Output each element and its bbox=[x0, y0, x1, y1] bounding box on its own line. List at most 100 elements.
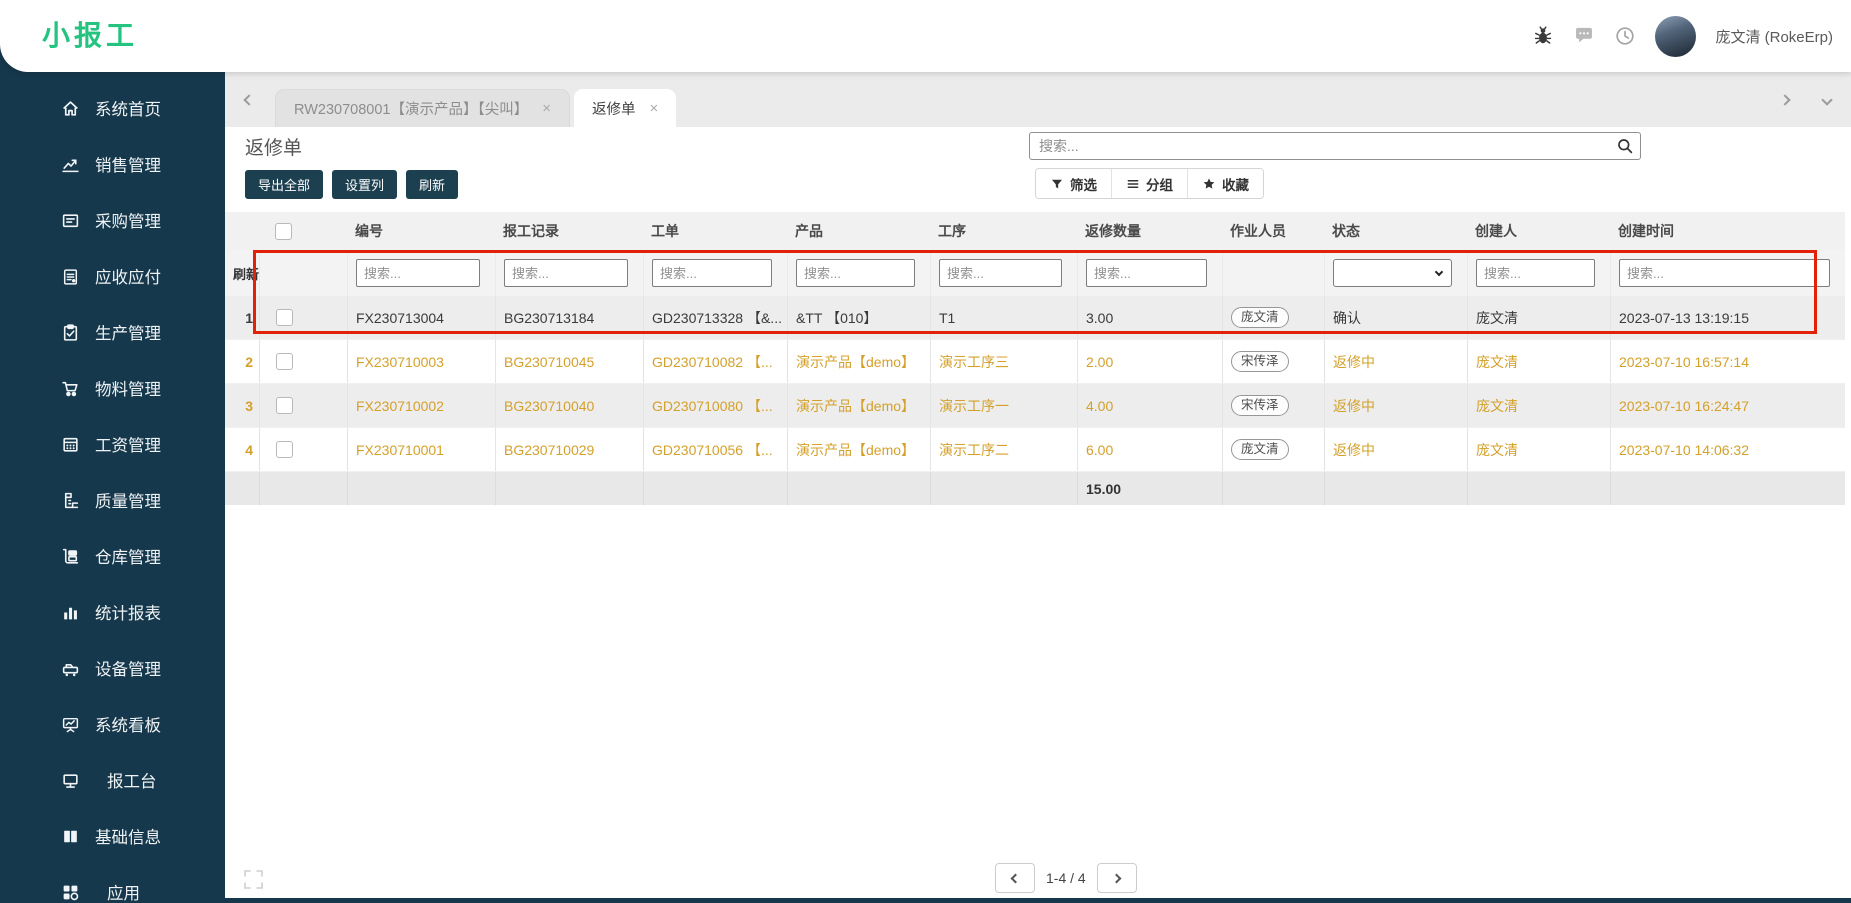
sidebar-item-5[interactable]: 物料管理 bbox=[0, 360, 225, 416]
cell-process: 演示工序二 bbox=[930, 428, 1077, 471]
cell-qty: 2.00 bbox=[1077, 340, 1222, 383]
sidebar-item-11[interactable]: 系统看板 bbox=[0, 696, 225, 752]
cell-operator: 宋传泽 bbox=[1222, 340, 1324, 383]
cell-text-created: 2023-07-10 16:57:14 bbox=[1619, 353, 1749, 370]
tabs-scroll-left-icon[interactable] bbox=[243, 72, 255, 127]
next-page-button[interactable] bbox=[1096, 863, 1137, 893]
cell-text-workorder: GD230710056 【... bbox=[652, 441, 773, 458]
sidebar-item-2[interactable]: 采购管理 bbox=[0, 192, 225, 248]
table-row[interactable]: 3 FX230710002 BG230710040 GD230710080 【... 演… bbox=[225, 384, 1845, 428]
tabs-dropdown-icon[interactable] bbox=[1821, 72, 1833, 127]
table-row[interactable]: 4 FX230710001 BG230710029 GD230710056 【... 演… bbox=[225, 428, 1845, 472]
column-label: 状态 bbox=[1332, 223, 1360, 239]
star-icon bbox=[1202, 177, 1216, 191]
sidebar-item-9[interactable]: 统计报表 bbox=[0, 584, 225, 640]
sidebar-item-1[interactable]: 销售管理 bbox=[0, 136, 225, 192]
sidebar-item-8[interactable]: 仓库管理 bbox=[0, 528, 225, 584]
row-checkbox[interactable] bbox=[276, 353, 293, 370]
sidebar-item-0[interactable]: 系统首页 bbox=[0, 80, 225, 136]
filter-product-input[interactable] bbox=[796, 259, 915, 287]
filter-created-input[interactable] bbox=[1619, 259, 1830, 287]
filter-button[interactable]: 筛选 bbox=[1036, 169, 1112, 198]
filter-creator-input[interactable] bbox=[1476, 259, 1595, 287]
set-columns-button[interactable]: 设置列 bbox=[332, 170, 398, 199]
topbar: 小报工 庞文清 (RokeErp) bbox=[0, 0, 1851, 72]
sidebar-item-10[interactable]: 设备管理 bbox=[0, 640, 225, 696]
sidebar-item-label: 设备管理 bbox=[95, 661, 161, 679]
refresh-row-label[interactable]: 刷新 bbox=[233, 264, 259, 283]
cell-text-process: 演示工序三 bbox=[939, 353, 1009, 370]
row-checkbox[interactable] bbox=[276, 397, 293, 414]
page-title: 返修单 bbox=[245, 138, 303, 159]
total-cell-code bbox=[347, 472, 495, 505]
sidebar-item-12[interactable]: 报工台 bbox=[0, 752, 225, 808]
tab-1[interactable]: 返修单 × bbox=[574, 89, 677, 127]
search-icon[interactable] bbox=[1616, 137, 1634, 155]
bug-icon[interactable] bbox=[1532, 25, 1554, 47]
cell-text-qty: 2.00 bbox=[1086, 353, 1114, 370]
expand-icon[interactable] bbox=[241, 867, 266, 892]
filter-button-label: 收藏 bbox=[1222, 177, 1249, 193]
total-cell-product bbox=[787, 472, 930, 505]
row-checkbox[interactable] bbox=[276, 441, 293, 458]
filter-workorder-input[interactable] bbox=[652, 259, 772, 287]
bottom-bar bbox=[225, 898, 1851, 903]
prev-page-button[interactable] bbox=[995, 863, 1035, 893]
column-label: 工序 bbox=[938, 223, 966, 239]
group-button[interactable]: 分组 bbox=[1112, 169, 1188, 198]
sidebar-item-13[interactable]: 基础信息 bbox=[0, 808, 225, 864]
sidebar-item-label: 应用 bbox=[107, 885, 140, 903]
cell-text-code: FX230710003 bbox=[356, 353, 444, 370]
user-name[interactable]: 庞文清 (RokeErp) bbox=[1715, 26, 1833, 47]
filter-cell-workorder bbox=[643, 250, 787, 296]
user-avatar[interactable] bbox=[1655, 15, 1697, 57]
sidebar-item-6[interactable]: 工资管理 bbox=[0, 416, 225, 472]
cell-text-status: 返修中 bbox=[1333, 397, 1375, 414]
tabs-scroll-right-icon[interactable] bbox=[1779, 72, 1791, 127]
sidebar-item-14[interactable]: 应用 bbox=[0, 864, 225, 903]
cell-text-process: T1 bbox=[939, 309, 956, 326]
favorite-button[interactable]: 收藏 bbox=[1188, 169, 1263, 198]
cell-process: 演示工序三 bbox=[930, 340, 1077, 383]
receivable-icon bbox=[60, 266, 80, 286]
filter-button-label: 筛选 bbox=[1070, 177, 1097, 193]
cell-status: 返修中 bbox=[1324, 340, 1467, 383]
history-icon[interactable] bbox=[1614, 25, 1636, 47]
tab-close-icon[interactable]: × bbox=[650, 100, 659, 117]
filter-cell-creator bbox=[1467, 250, 1610, 296]
export-all-button[interactable]: 导出全部 bbox=[245, 170, 324, 199]
sidebar-item-label: 系统首页 bbox=[95, 101, 161, 119]
app-logo[interactable]: 小报工 bbox=[42, 0, 138, 72]
sidebar-item-3[interactable]: 应收应付 bbox=[0, 248, 225, 304]
filter-process-input[interactable] bbox=[939, 259, 1062, 287]
filter-status-select[interactable] bbox=[1333, 259, 1452, 287]
sidebar-item-label: 质量管理 bbox=[95, 493, 161, 511]
sidebar-item-label: 生产管理 bbox=[95, 325, 161, 343]
cell-text-qty: 3.00 bbox=[1086, 309, 1114, 326]
tab-bar: RW230708001【演示产品】【尖叫】 × 返修单 × bbox=[225, 72, 1851, 127]
purchase-icon bbox=[60, 210, 80, 230]
table-row[interactable]: 2 FX230710003 BG230710045 GD230710082 【... 演… bbox=[225, 340, 1845, 384]
tab-0[interactable]: RW230708001【演示产品】【尖叫】 × bbox=[275, 89, 570, 127]
filter-record-input[interactable] bbox=[504, 259, 628, 287]
operator-badge: 庞文清 bbox=[1231, 307, 1289, 328]
total-cell-qty: 15.00 bbox=[1077, 472, 1222, 505]
chat-icon[interactable] bbox=[1573, 25, 1595, 47]
refresh-button[interactable]: 刷新 bbox=[406, 170, 459, 199]
cell-text-workorder: GD230710082 【... bbox=[652, 353, 773, 370]
cell-created: 2023-07-10 16:24:47 bbox=[1610, 384, 1845, 427]
search-input[interactable] bbox=[1029, 132, 1641, 160]
warehouse-icon bbox=[60, 546, 80, 566]
select-all-checkbox[interactable] bbox=[275, 222, 292, 240]
cell-text-created: 2023-07-10 16:24:47 bbox=[1619, 397, 1749, 414]
table-row[interactable]: 1 FX230713004 BG230713184 GD230713328 【&...… bbox=[225, 296, 1845, 340]
filter-code-input[interactable] bbox=[356, 259, 480, 287]
row-checkbox[interactable] bbox=[276, 309, 293, 326]
filter-qty-input[interactable] bbox=[1086, 259, 1207, 287]
sidebar-item-4[interactable]: 生产管理 bbox=[0, 304, 225, 360]
cell-text-record: BG230710040 bbox=[504, 397, 595, 414]
cell-product: &TT 【010】 bbox=[787, 296, 930, 339]
sidebar-item-7[interactable]: 质量管理 bbox=[0, 472, 225, 528]
tab-close-icon[interactable]: × bbox=[542, 100, 551, 117]
cell-check bbox=[259, 384, 347, 427]
